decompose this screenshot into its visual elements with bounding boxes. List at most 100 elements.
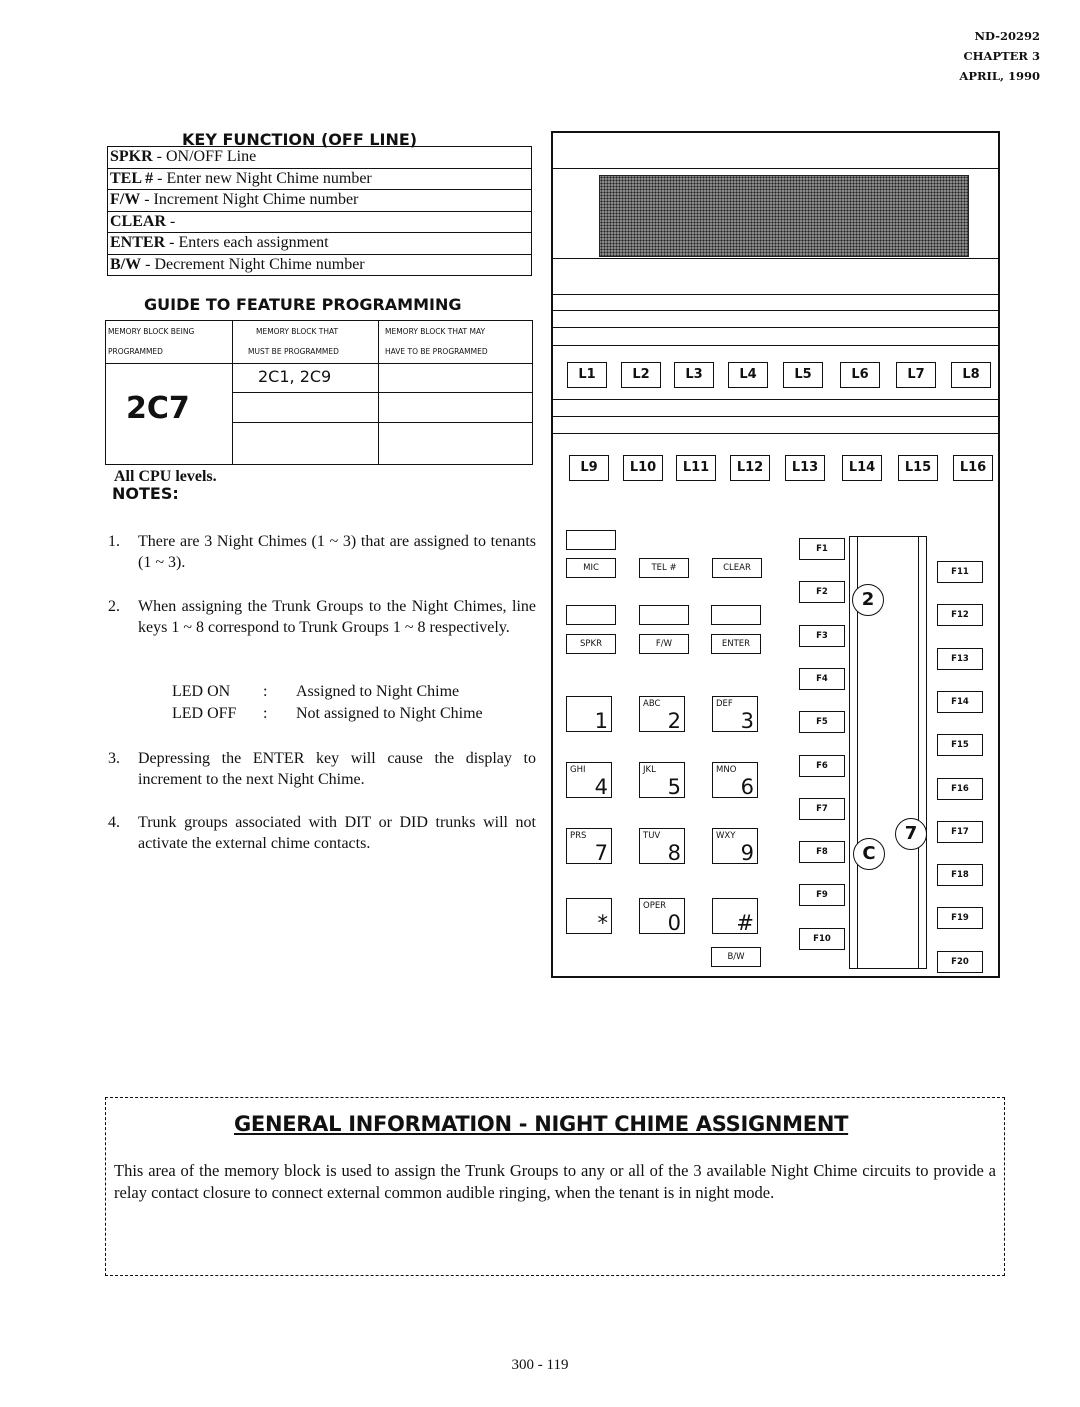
clear-key[interactable]: CLEAR [712,558,762,578]
line-key[interactable]: L5 [783,362,823,388]
blank-key[interactable] [566,530,616,550]
function-key[interactable]: F4 [799,667,845,690]
key-desc: - Decrement Night Chime number [141,255,365,273]
function-key[interactable]: F2 [799,581,845,604]
line-key[interactable]: L7 [896,362,936,388]
key-function-table: SPKR - ON/OFF Line TEL # - Enter new Nig… [107,146,532,276]
line-key[interactable]: L9 [569,455,609,481]
dial-key-number: 6 [740,775,754,799]
divider [553,168,998,169]
function-key[interactable]: F8 [799,841,845,864]
dial-key[interactable]: OPER 0 [639,898,685,935]
row-divider [232,392,532,393]
function-key[interactable]: F15 [937,734,983,757]
note-number: 2. [108,598,120,615]
line-key[interactable]: L2 [621,362,661,388]
function-key[interactable]: F19 [937,907,983,930]
dial-key[interactable]: JKL 5 [639,762,685,799]
key-name: CLEAR [110,212,167,230]
line-key[interactable]: L11 [676,455,716,481]
blank-key[interactable] [566,605,616,625]
dial-key-letters: TUV [643,831,661,841]
dial-key[interactable]: ABC 2 [639,696,685,733]
line-key[interactable]: L15 [898,455,938,481]
divider [553,310,998,311]
guide-table: MEMORY BLOCK BEING PROGRAMMED MEMORY BLO… [105,320,533,465]
line-key[interactable]: L1 [567,362,607,388]
note-number: 3. [108,750,120,767]
function-key[interactable]: F10 [799,927,845,950]
function-key[interactable]: F14 [937,690,983,713]
key-name: SPKR [110,148,153,165]
dial-key[interactable]: DEF 3 [712,696,758,733]
note-text: Depressing the ENTER key will cause the … [138,750,536,788]
dial-key-letters: ABC [643,699,661,709]
fw-key[interactable]: F/W [639,634,689,654]
telephone-diagram: L1 L2 L3 L4 L5 L6 L7 L8 L9 L10 L11 L12 L13 L14 L15 L16… [551,131,1000,978]
key-name: TEL # [110,169,154,187]
guide-title: GUIDE TO FEATURE PROGRAMMING [144,295,462,314]
divider [553,294,998,295]
spkr-key[interactable]: SPKR [566,634,616,654]
line-key[interactable]: L13 [785,455,825,481]
led-meaning: Assigned to Night Chime [296,683,460,700]
header-line: MEMORY BLOCK BEING [108,327,195,336]
dial-key[interactable]: GHI 4 [566,762,612,799]
key-name: ENTER [110,234,166,251]
bw-key[interactable]: B/W [711,947,761,967]
led-sep: : [263,705,268,722]
function-key[interactable]: F7 [799,797,845,820]
header-line: HAVE TO BE PROGRAMMED [385,347,488,356]
line-key[interactable]: L3 [674,362,714,388]
must-program-value: 2C1, 2C9 [258,367,332,386]
header-line: MUST BE PROGRAMMED [248,347,339,356]
line-key[interactable]: L4 [728,362,768,388]
function-key[interactable]: F6 [799,754,845,777]
line-key[interactable]: L16 [953,455,993,481]
enter-key[interactable]: ENTER [711,634,761,654]
line-key[interactable]: L12 [730,455,770,481]
divider [553,345,998,346]
dial-key[interactable]: MNO 6 [712,762,758,799]
function-key[interactable]: F20 [937,950,983,973]
line-key[interactable]: L10 [623,455,663,481]
general-information-body: This area of the memory block is used to… [114,1161,996,1202]
dial-key[interactable]: # [712,898,758,935]
function-key[interactable]: F18 [937,864,983,887]
tel-key[interactable]: TEL # [639,558,689,578]
dial-key-letters: PRS [570,831,587,841]
line-key[interactable]: L8 [951,362,991,388]
function-key[interactable]: F1 [799,538,845,560]
function-key[interactable]: F11 [937,561,983,583]
dial-key-letters: JKL [643,765,656,775]
key-desc: - ON/OFF Line [152,148,257,165]
key-desc: - Enters each assignment [165,234,329,251]
row-divider [232,422,532,423]
general-information-title: GENERAL INFORMATION - NIGHT CHIME ASSIGN… [234,1112,849,1136]
divider [553,433,998,434]
dial-key[interactable]: PRS 7 [566,828,612,865]
function-key[interactable]: F3 [799,624,845,647]
doc-number: ND-20292 [974,29,1040,43]
function-key[interactable]: F17 [937,820,983,843]
function-key[interactable]: F9 [799,884,845,907]
function-key[interactable]: F5 [799,711,845,734]
mic-key[interactable]: MIC [566,558,616,578]
dial-key[interactable]: 1 [566,696,612,733]
blank-key[interactable] [711,605,761,625]
note-number: 1. [108,533,120,550]
dial-key-letters: GHI [570,765,586,775]
dial-key[interactable]: * [566,898,612,935]
line-key[interactable]: L6 [840,362,880,388]
dial-key[interactable]: TUV 8 [639,828,685,865]
key-desc: - [166,212,176,230]
dial-key-number: # [736,911,754,935]
line-key[interactable]: L14 [842,455,882,481]
dial-key-number: 2 [667,709,681,733]
dial-key[interactable]: WXY 9 [712,828,758,865]
function-key[interactable]: F12 [937,604,983,627]
blank-key[interactable] [639,605,689,625]
function-key[interactable]: F13 [937,647,983,670]
function-key[interactable]: F16 [937,777,983,800]
led-meaning: Not assigned to Night Chime [296,705,483,722]
